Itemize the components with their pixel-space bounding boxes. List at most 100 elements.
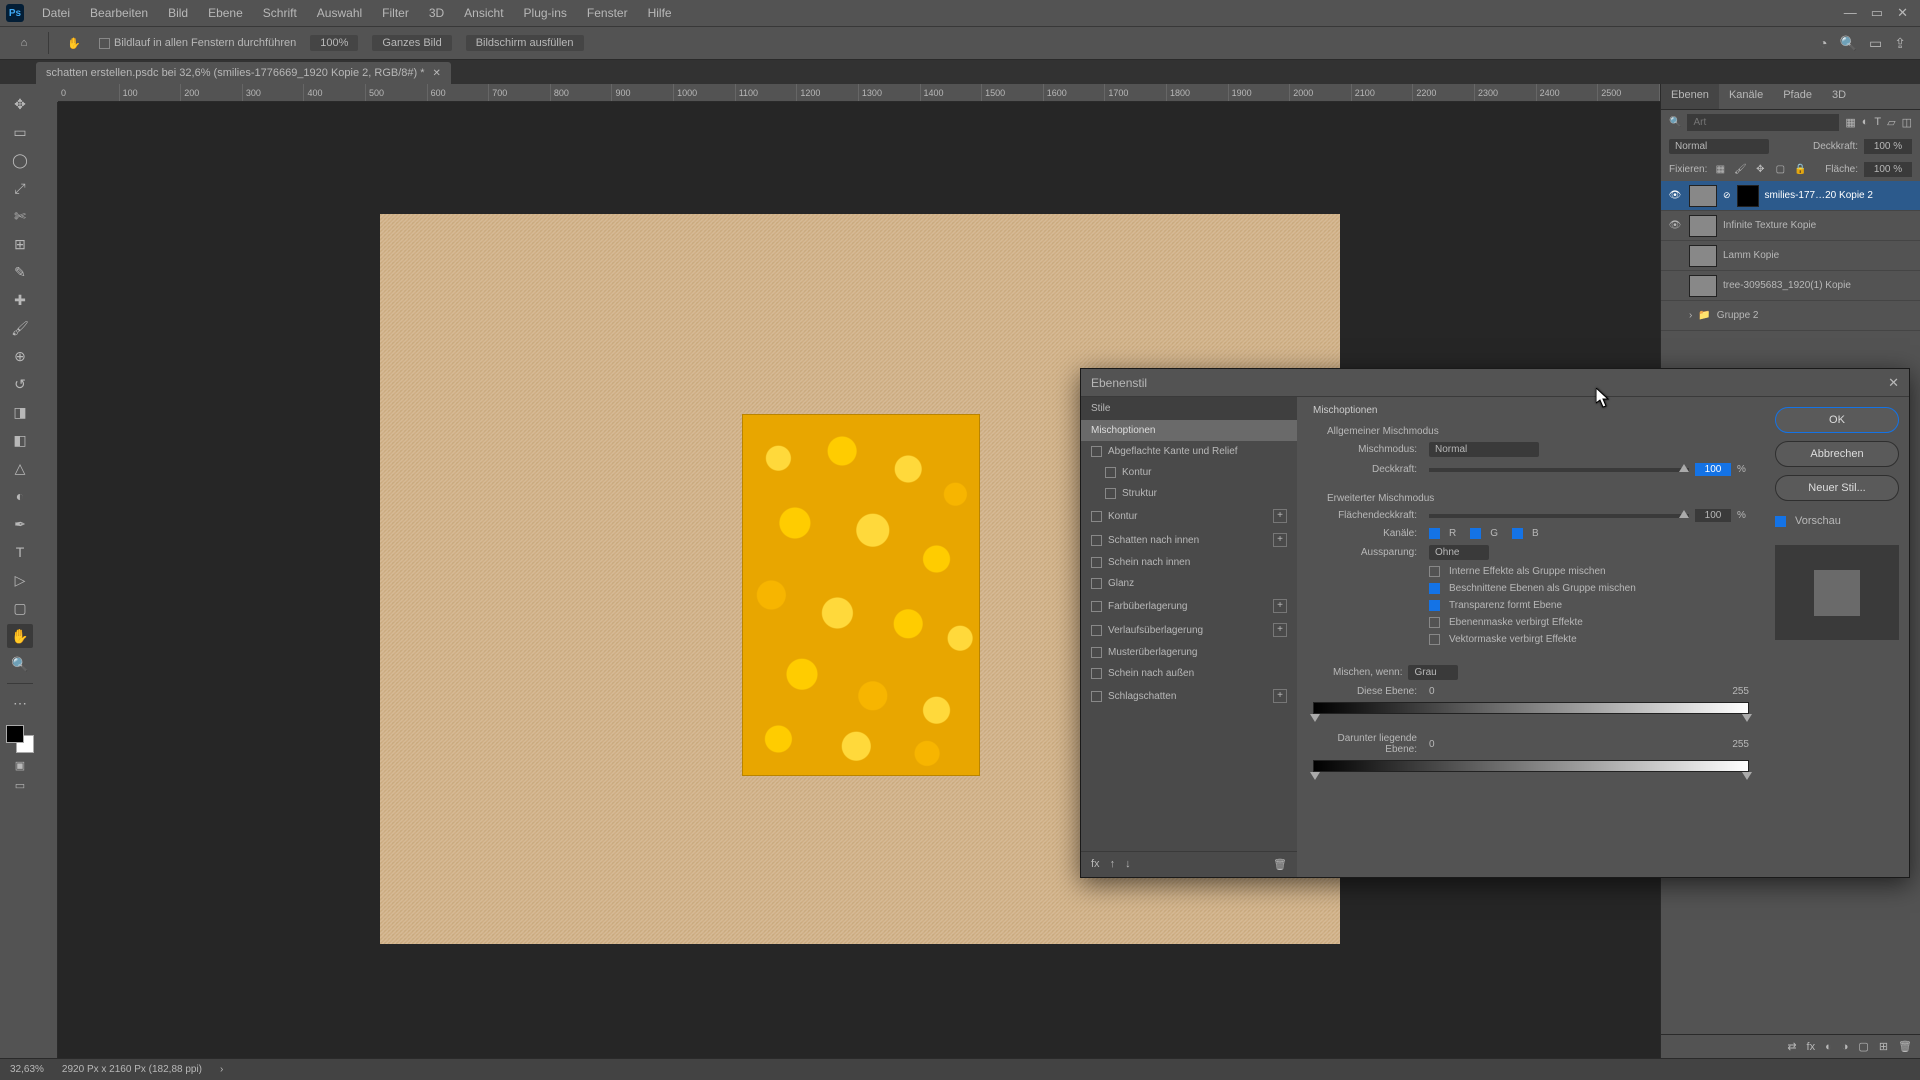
fx-menu-icon[interactable]: fx bbox=[1091, 858, 1100, 871]
style-item[interactable]: Schatten nach innen+ bbox=[1081, 528, 1297, 552]
lock-transparency-icon[interactable]: ▦ bbox=[1713, 164, 1727, 175]
blend-mode-dropdown[interactable]: Normal bbox=[1669, 139, 1769, 154]
lasso-tool-icon[interactable]: ◯ bbox=[7, 148, 33, 172]
style-item[interactable]: Mischoptionen bbox=[1081, 420, 1297, 441]
fill-screen-button[interactable]: Bildschirm ausfüllen bbox=[466, 35, 584, 51]
layer-thumbnail[interactable] bbox=[1689, 215, 1717, 237]
home-icon[interactable]: ⌂ bbox=[14, 33, 34, 53]
cb-internal-effects[interactable] bbox=[1429, 566, 1440, 577]
move-tool-icon[interactable]: ✥ bbox=[7, 92, 33, 116]
knockout-select[interactable]: Ohne bbox=[1429, 545, 1489, 560]
menu-ansicht[interactable]: Ansicht bbox=[454, 6, 513, 20]
menu-plugins[interactable]: Plug-ins bbox=[514, 6, 577, 20]
layer-row[interactable]: ›📁Gruppe 2 bbox=[1661, 301, 1920, 331]
layer-name[interactable]: smilies-177…20 Kopie 2 bbox=[1765, 190, 1873, 201]
layer-visibility-icon[interactable]: 👁 bbox=[1667, 190, 1683, 201]
filter-type-icon[interactable]: T bbox=[1874, 116, 1881, 129]
menu-filter[interactable]: Filter bbox=[372, 6, 419, 20]
document-tab[interactable]: schatten erstellen.psdc bei 32,6% (smili… bbox=[36, 62, 451, 84]
link-layers-icon[interactable]: ⇄ bbox=[1787, 1040, 1796, 1053]
layer-name[interactable]: tree-3095683_1920(1) Kopie bbox=[1723, 280, 1851, 291]
new-style-button[interactable]: Neuer Stil... bbox=[1775, 475, 1899, 501]
eraser-tool-icon[interactable]: ◨ bbox=[7, 400, 33, 424]
ok-button[interactable]: OK bbox=[1775, 407, 1899, 433]
mask-link-icon[interactable]: ⊘ bbox=[1723, 190, 1731, 201]
style-down-icon[interactable]: ↓ bbox=[1125, 858, 1131, 871]
cloud-docs-icon[interactable]: ◔ bbox=[1819, 35, 1827, 52]
filter-pixel-icon[interactable]: ▦ bbox=[1845, 116, 1855, 129]
color-swatch[interactable] bbox=[6, 725, 34, 753]
style-checkbox[interactable] bbox=[1091, 668, 1102, 679]
cb-transparency-shapes[interactable] bbox=[1429, 600, 1440, 611]
layer-name[interactable]: Gruppe 2 bbox=[1717, 310, 1759, 321]
cb-vector-mask-hides[interactable] bbox=[1429, 634, 1440, 645]
menu-schrift[interactable]: Schrift bbox=[253, 6, 307, 20]
crop-tool-icon[interactable]: ✄ bbox=[7, 204, 33, 228]
style-item[interactable]: Kontur+ bbox=[1081, 504, 1297, 528]
brush-tool-icon[interactable]: 🖌 bbox=[7, 316, 33, 340]
hand-tool-icon[interactable]: ✋ bbox=[63, 32, 85, 54]
layer-filter-input[interactable] bbox=[1687, 114, 1839, 131]
layer-row[interactable]: Lamm Kopie bbox=[1661, 241, 1920, 271]
fill-opacity-slider[interactable] bbox=[1429, 514, 1689, 518]
filter-adjust-icon[interactable]: ◐ bbox=[1862, 116, 1869, 129]
layer-row[interactable]: 👁Infinite Texture Kopie bbox=[1661, 211, 1920, 241]
cancel-button[interactable]: Abbrechen bbox=[1775, 441, 1899, 467]
menu-datei[interactable]: Datei bbox=[32, 6, 80, 20]
style-checkbox[interactable] bbox=[1105, 488, 1116, 499]
style-checkbox[interactable] bbox=[1091, 647, 1102, 658]
menu-ebene[interactable]: Ebene bbox=[198, 6, 253, 20]
blur-tool-icon[interactable]: △ bbox=[7, 456, 33, 480]
channel-b-checkbox[interactable] bbox=[1512, 528, 1523, 539]
group-layers-icon[interactable]: ▢ bbox=[1858, 1040, 1868, 1053]
style-checkbox[interactable] bbox=[1091, 691, 1102, 702]
cb-layer-mask-hides[interactable] bbox=[1429, 617, 1440, 628]
pen-tool-icon[interactable]: ✒ bbox=[7, 512, 33, 536]
status-zoom[interactable]: 32,63% bbox=[10, 1064, 44, 1075]
cb-clipped-layers[interactable] bbox=[1429, 583, 1440, 594]
filter-smart-icon[interactable]: ◫ bbox=[1902, 116, 1912, 129]
style-checkbox[interactable] bbox=[1091, 535, 1102, 546]
style-checkbox[interactable] bbox=[1091, 625, 1102, 636]
delete-layer-icon[interactable]: 🗑 bbox=[1898, 1040, 1912, 1053]
add-effect-icon[interactable]: + bbox=[1273, 689, 1287, 703]
style-item[interactable]: Verlaufsüberlagerung+ bbox=[1081, 618, 1297, 642]
dialog-titlebar[interactable]: Ebenenstil ✕ bbox=[1081, 369, 1909, 397]
layer-mask-thumbnail[interactable] bbox=[1737, 185, 1759, 207]
zoom-100-button[interactable]: 100% bbox=[310, 35, 358, 51]
style-up-icon[interactable]: ↑ bbox=[1110, 858, 1116, 871]
menu-bearbeiten[interactable]: Bearbeiten bbox=[80, 6, 158, 20]
menu-auswahl[interactable]: Auswahl bbox=[307, 6, 372, 20]
window-restore-icon[interactable]: ▭ bbox=[1871, 5, 1883, 21]
layer-mask-icon[interactable]: ◐ bbox=[1825, 1041, 1832, 1053]
status-chevron-icon[interactable]: › bbox=[220, 1064, 223, 1075]
channel-r-checkbox[interactable] bbox=[1429, 528, 1440, 539]
close-tab-icon[interactable]: ✕ bbox=[433, 68, 441, 79]
lock-artboard-icon[interactable]: ▢ bbox=[1773, 164, 1787, 175]
search-icon[interactable]: 🔍 bbox=[1840, 35, 1857, 52]
type-tool-icon[interactable]: T bbox=[7, 540, 33, 564]
style-item[interactable]: Schlagschatten+ bbox=[1081, 684, 1297, 708]
opacity-field[interactable]: 100 % bbox=[1864, 139, 1912, 154]
style-item[interactable]: Glanz bbox=[1081, 573, 1297, 594]
selection-tool-icon[interactable]: ⤢ bbox=[7, 176, 33, 200]
add-effect-icon[interactable]: + bbox=[1273, 599, 1287, 613]
layer-row[interactable]: 👁 ⊘ smilies-177…20 Kopie 2 bbox=[1661, 181, 1920, 211]
style-checkbox[interactable] bbox=[1091, 578, 1102, 589]
quick-mask-icon[interactable]: ▣ bbox=[10, 757, 30, 773]
layer-name[interactable]: Infinite Texture Kopie bbox=[1723, 220, 1816, 231]
layer-thumbnail[interactable] bbox=[1689, 185, 1717, 207]
horizontal-ruler[interactable]: 0100200300400500600700800900100011001200… bbox=[58, 84, 1660, 102]
style-checkbox[interactable] bbox=[1091, 601, 1102, 612]
filter-search-icon[interactable]: 🔍 bbox=[1669, 117, 1681, 128]
frame-tool-icon[interactable]: ⊞ bbox=[7, 232, 33, 256]
menu-fenster[interactable]: Fenster bbox=[577, 6, 638, 20]
layer-name[interactable]: Lamm Kopie bbox=[1723, 250, 1779, 261]
window-minimize-icon[interactable]: — bbox=[1844, 5, 1857, 21]
tab-3d[interactable]: 3D bbox=[1822, 84, 1856, 109]
dodge-tool-icon[interactable]: ◐ bbox=[7, 484, 33, 508]
workspace-icon[interactable]: ▭ bbox=[1869, 35, 1882, 52]
preview-checkbox[interactable] bbox=[1775, 516, 1786, 527]
tab-pfade[interactable]: Pfade bbox=[1773, 84, 1822, 109]
menu-hilfe[interactable]: Hilfe bbox=[638, 6, 682, 20]
